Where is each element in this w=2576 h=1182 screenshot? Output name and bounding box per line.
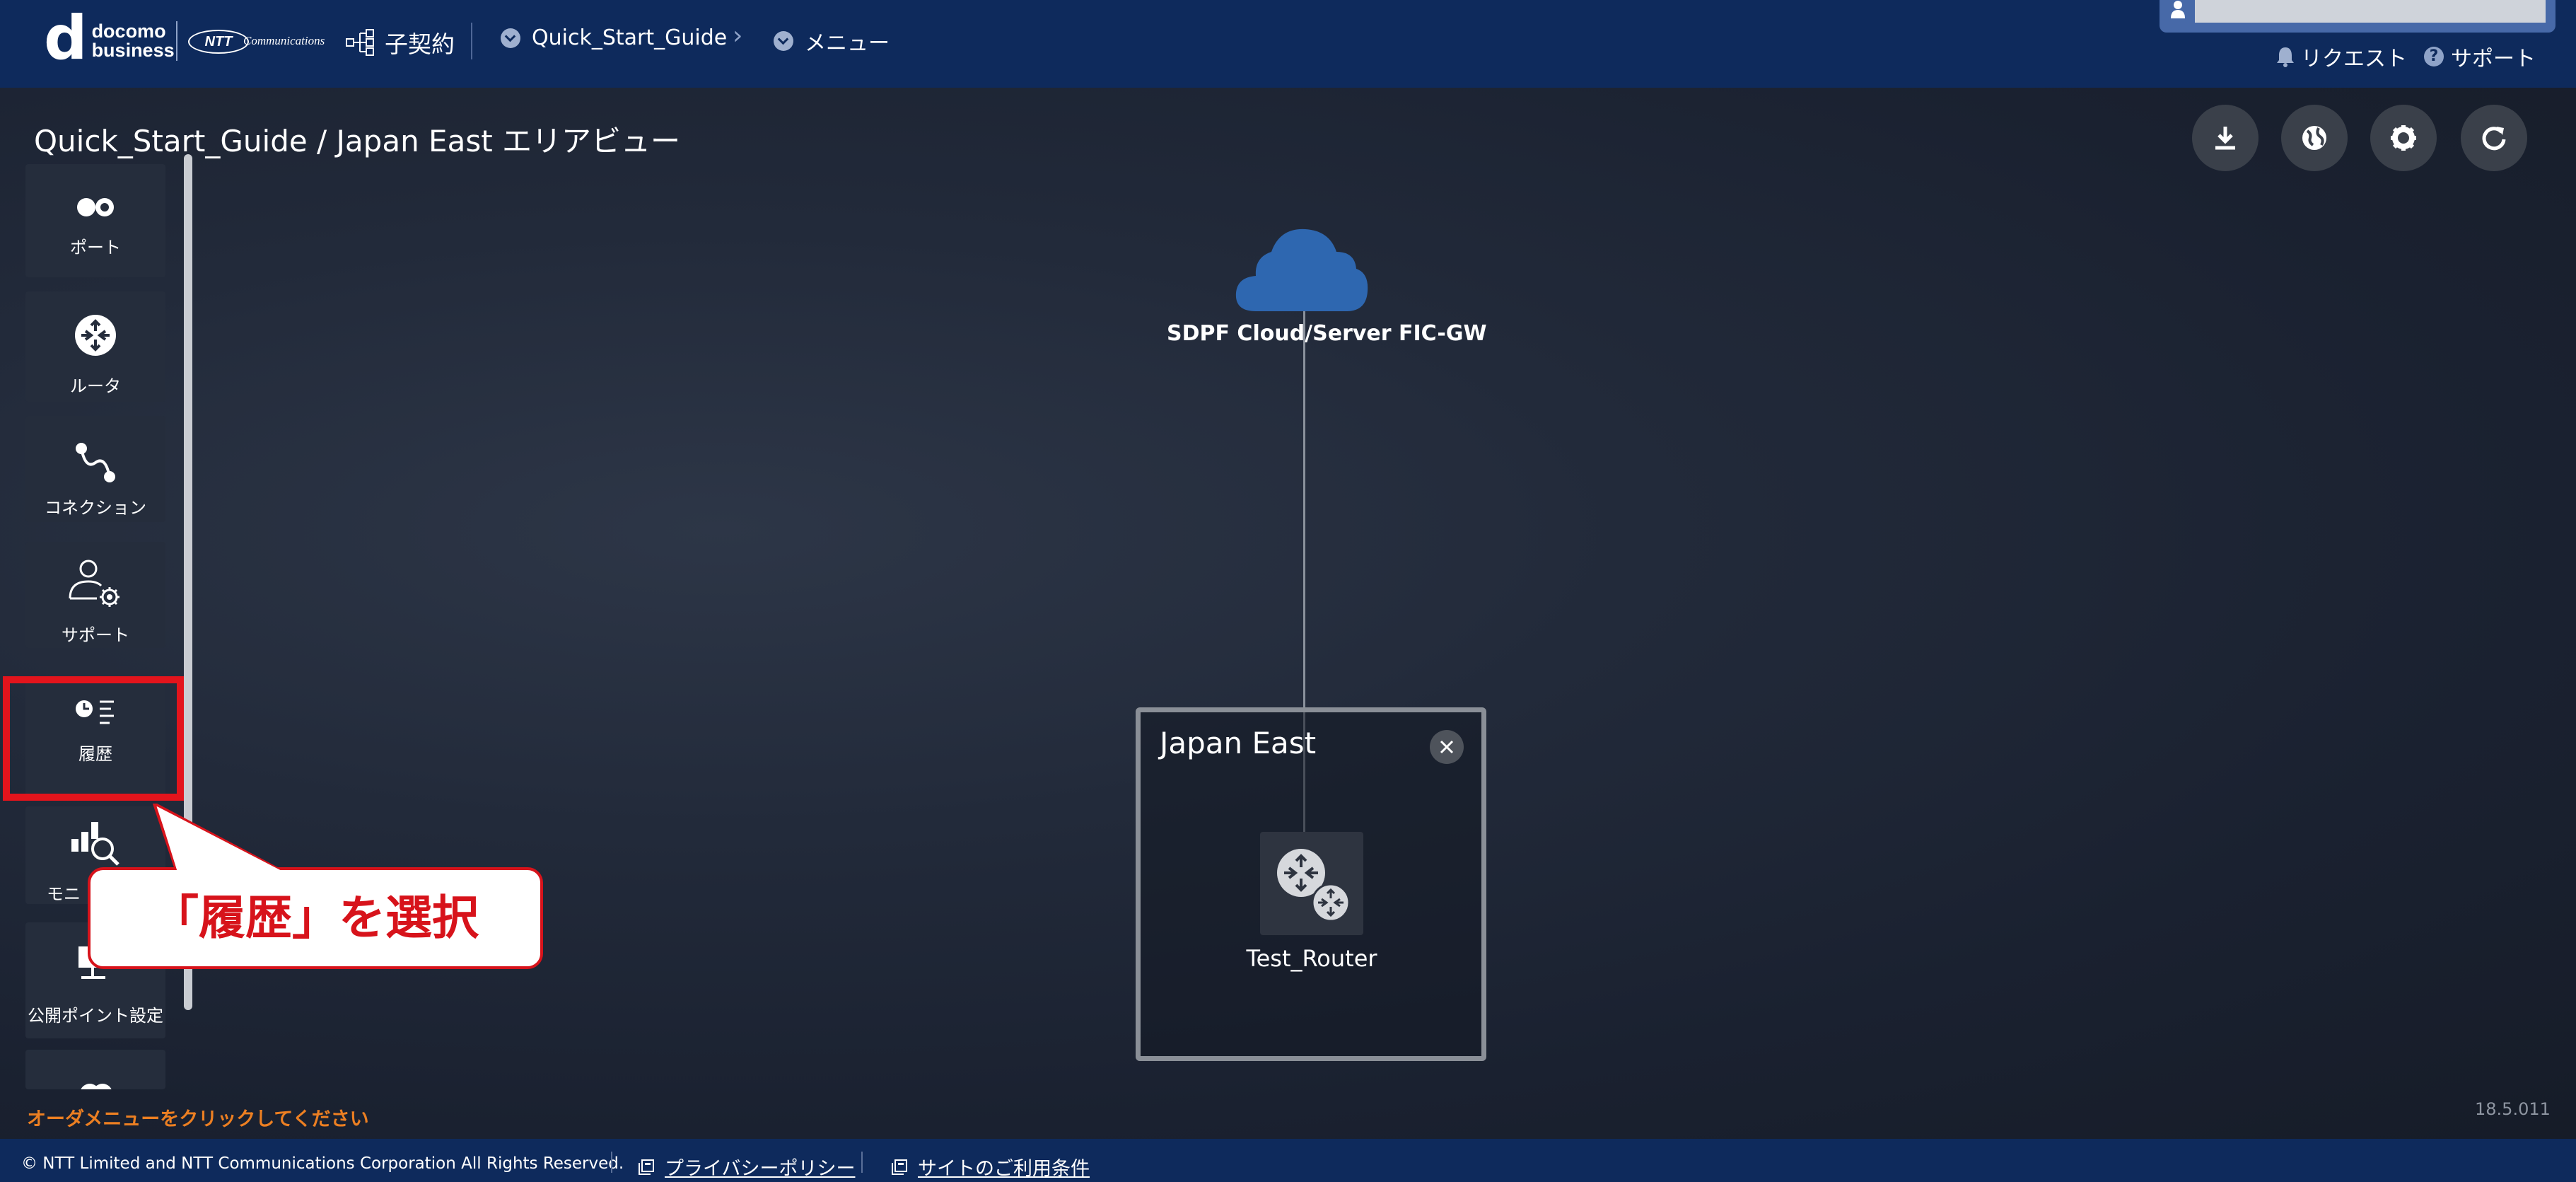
support-label: サポート — [2451, 47, 2536, 71]
sidebar-item-connection[interactable]: コネクション — [25, 416, 165, 522]
terms-label: サイトのご利用条件 — [918, 1158, 1090, 1180]
sidebar-item-label: ポート — [70, 238, 121, 257]
sidebar-item-more[interactable] — [25, 1050, 165, 1089]
docomo-business-logo[interactable]: d docomo business — [44, 3, 175, 74]
sidebar-item-router[interactable]: ルータ — [25, 291, 165, 402]
brand-line2: business — [91, 40, 175, 61]
request-link[interactable]: リクエスト — [2275, 41, 2407, 72]
breadcrumb-label: メニュー — [805, 31, 890, 56]
connection-icon — [76, 443, 115, 482]
globe-icon — [2302, 126, 2326, 150]
ntt-communications-logo: NTT Communications — [188, 25, 325, 57]
sidebar-item-label: ルータ — [70, 376, 121, 396]
contract-label: 子契約 — [385, 30, 455, 58]
privacy-policy-link[interactable]: プライバシーポリシー — [638, 1153, 855, 1181]
refresh-button[interactable] — [2461, 105, 2527, 171]
instruction-callout: 「履歴」を選択 — [88, 867, 543, 969]
chevron-down-icon — [501, 28, 520, 48]
docomo-d-mark: d — [44, 3, 88, 74]
help-icon: ? — [2424, 47, 2444, 66]
brand-line1: docomo — [91, 21, 166, 42]
chevron-down-icon — [774, 31, 793, 51]
download-button[interactable] — [2192, 105, 2259, 171]
router-label: Test_Router — [1246, 945, 1377, 972]
user-name-field — [2195, 0, 2546, 23]
ntt-oval: NTT — [188, 30, 249, 54]
external-window-icon — [892, 1159, 907, 1175]
footer-divider — [861, 1152, 863, 1173]
partial-icon — [81, 1084, 112, 1089]
bell-icon — [2277, 47, 2294, 67]
user-icon — [2171, 1, 2185, 18]
logo-divider — [176, 21, 177, 61]
request-label: リクエスト — [2301, 47, 2407, 71]
download-icon — [2215, 127, 2235, 150]
port-icon — [77, 198, 114, 216]
version-label: 18.5.011 — [2475, 1099, 2551, 1119]
sidebar-item-label: 公開ポイント設定 — [28, 1006, 163, 1026]
copyright-text: © NTT Limited and NTT Communications Cor… — [21, 1154, 624, 1173]
support-user-icon — [69, 560, 120, 607]
privacy-policy-label: プライバシーポリシー — [665, 1158, 856, 1180]
sidebar-item-port[interactable]: ポート — [25, 164, 165, 277]
close-icon — [1440, 740, 1454, 754]
router-icon — [75, 315, 116, 356]
breadcrumb-divider — [471, 23, 472, 59]
chevron-right-icon: › — [733, 21, 743, 50]
monitor-icon — [71, 822, 120, 866]
user-account-box[interactable] — [2160, 0, 2555, 33]
footer: © NTT Limited and NTT Communications Cor… — [0, 1139, 2576, 1182]
app-root: d docomo business NTT Communications 子契約 — [0, 0, 2576, 1182]
brand-text: docomo business — [92, 22, 175, 60]
breadcrumb-label: Quick_Start_Guide — [532, 25, 728, 50]
refresh-icon — [2482, 127, 2506, 151]
settings-button[interactable] — [2370, 105, 2437, 171]
callout-pointer-fill — [157, 806, 289, 874]
top-bar: d docomo business NTT Communications 子契約 — [0, 0, 2576, 88]
sidebar-item-label: コネクション — [45, 498, 146, 518]
hierarchy-icon — [346, 29, 374, 56]
cloud-icon[interactable] — [1235, 226, 1369, 314]
order-message: オーダメニューをクリックしてください — [27, 1108, 369, 1130]
external-window-icon — [639, 1159, 654, 1175]
gear-icon — [2391, 125, 2416, 151]
terms-link[interactable]: サイトのご利用条件 — [891, 1153, 1090, 1181]
breadcrumb-item-menu[interactable]: メニュー — [774, 25, 890, 57]
footer-divider — [611, 1152, 612, 1173]
area-title: Japan East — [1160, 726, 1317, 760]
ntt-sub-text: Communications — [243, 34, 325, 47]
router-pair-icon — [1277, 849, 1351, 922]
area-close-button[interactable] — [1430, 730, 1464, 764]
highlight-frame — [3, 676, 184, 801]
contract-switcher[interactable]: 子契約 — [345, 25, 455, 59]
globe-button[interactable] — [2281, 105, 2348, 171]
sidebar-item-label: サポート — [62, 625, 129, 645]
page-title: Quick_Start_Guide / Japan East エリアビュー — [34, 124, 681, 158]
cloud-label: SDPF Cloud/Server FIC-GW — [1167, 321, 1487, 346]
router-node[interactable] — [1260, 832, 1363, 935]
breadcrumb-item-guide[interactable]: Quick_Start_Guide — [501, 25, 727, 50]
sidebar-item-support[interactable]: サポート — [25, 542, 165, 648]
support-link[interactable]: ? サポート — [2424, 41, 2536, 72]
